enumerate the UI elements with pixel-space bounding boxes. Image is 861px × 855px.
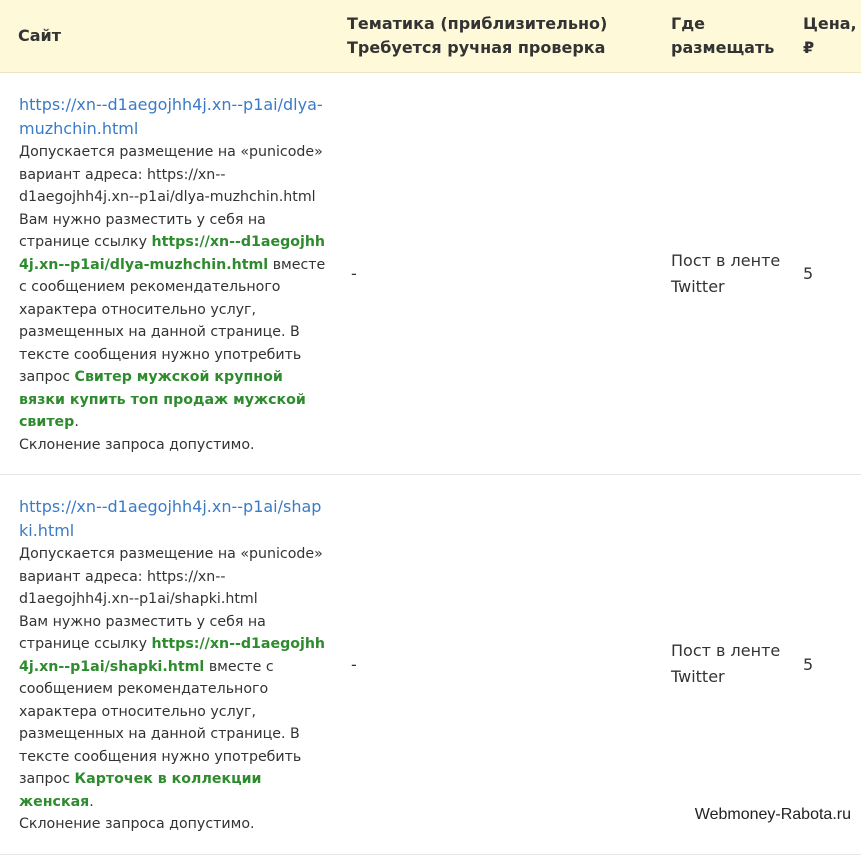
punicode-note: Допускается размещение на «punicode» вар… xyxy=(19,546,323,607)
placement-details: вместе с сообщением рекомендательного ха… xyxy=(19,658,302,788)
theme-cell: - xyxy=(337,72,657,475)
task-description: Допускается размещение на «punicode» вар… xyxy=(19,144,326,453)
price-cell: 5 xyxy=(797,474,861,855)
site-cell: https://xn--d1aegojhh4j.xn--p1ai/shapki.… xyxy=(0,474,337,855)
site-url-link[interactable]: https://xn--d1aegojhh4j.xn--p1ai/dlya-mu… xyxy=(19,93,329,141)
table-row: https://xn--d1aegojhh4j.xn--p1ai/dlya-mu… xyxy=(0,72,861,475)
column-header-price: Цена, ₽ xyxy=(797,0,861,73)
site-cell: https://xn--d1aegojhh4j.xn--p1ai/dlya-mu… xyxy=(0,72,337,475)
column-header-site: Сайт xyxy=(0,0,337,73)
table-header: Сайт Тематика (приблизительно) Требуется … xyxy=(0,0,861,73)
place-cell: Пост в ленте Twitter xyxy=(657,474,797,855)
column-header-theme: Тематика (приблизительно) Требуется ручна… xyxy=(337,0,657,73)
column-header-place: Где размещать xyxy=(657,0,797,73)
watermark: Webmoney-Rabota.ru xyxy=(690,804,855,826)
punicode-note: Допускается размещение на «punicode» вар… xyxy=(19,144,323,205)
place-cell: Пост в ленте Twitter xyxy=(657,72,797,475)
theme-cell: - xyxy=(337,474,657,855)
site-url-link[interactable]: https://xn--d1aegojhh4j.xn--p1ai/shapki.… xyxy=(19,495,329,543)
tasks-table: Сайт Тематика (приблизительно) Требуется … xyxy=(0,0,861,855)
task-description: Допускается размещение на «punicode» вар… xyxy=(19,546,326,832)
declension-note: Склонение запроса допустимо. xyxy=(19,436,255,453)
price-cell: 5 xyxy=(797,72,861,475)
placement-details: вместе с сообщением рекомендательного ха… xyxy=(19,256,326,386)
table-row: https://xn--d1aegojhh4j.xn--p1ai/shapki.… xyxy=(0,474,861,855)
